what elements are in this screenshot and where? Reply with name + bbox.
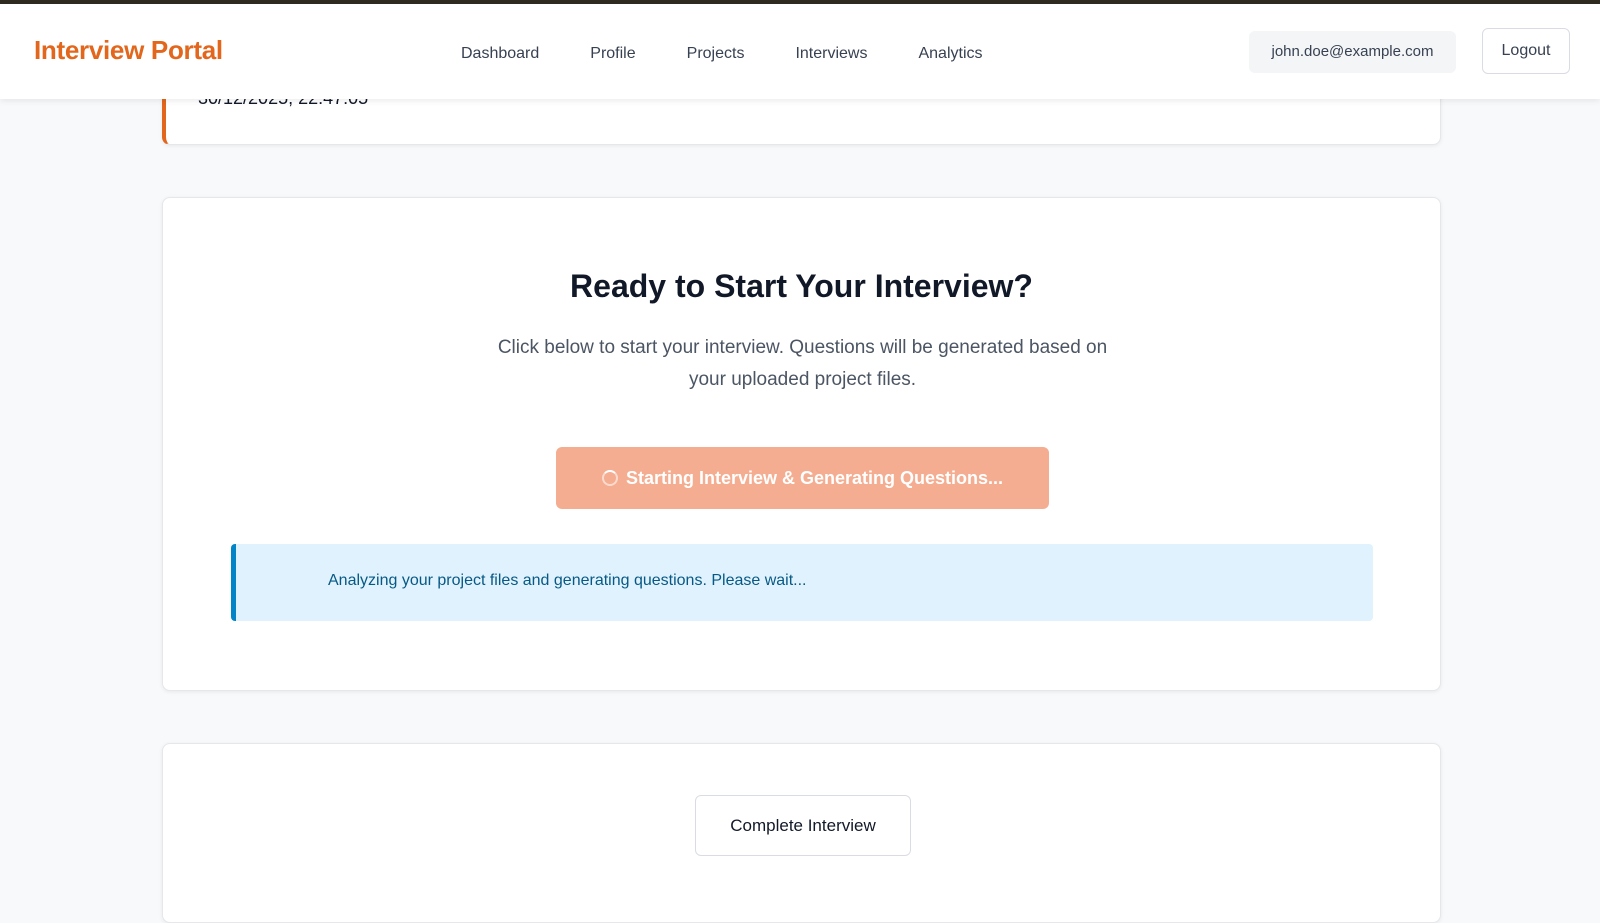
loading-spinner-icon [601,470,618,486]
nav-dashboard[interactable]: Dashboard [461,42,539,66]
start-interview-button-label: Starting Interview & Generating Question… [625,467,1004,488]
start-interview-description: Click below to start your interview. Que… [497,337,1108,390]
nav-interviews[interactable]: Interviews [795,42,867,66]
processing-info-alert: Analyzing your project files and generat… [231,544,1373,621]
main-nav: Dashboard Profile Projects Interviews An… [461,42,1034,66]
user-email-badge: john.doe@example.com [1249,31,1456,73]
complete-interview-button[interactable]: Complete Interview [695,795,911,856]
start-interview-button[interactable]: Starting Interview & Generating Question… [556,447,1049,509]
nav-projects[interactable]: Projects [687,42,745,66]
app-header: Interview Portal Dashboard Profile Proje… [0,4,1600,99]
complete-interview-card: Complete Interview [162,743,1441,923]
nav-profile[interactable]: Profile [590,42,635,66]
start-interview-title: Ready to Start Your Interview? [570,268,1033,304]
start-interview-card: Ready to Start Your Interview? Click bel… [162,197,1441,691]
logout-button[interactable]: Logout [1482,28,1570,74]
brand-logo[interactable]: Interview Portal [34,35,223,66]
nav-analytics[interactable]: Analytics [918,42,982,66]
processing-info-message: Analyzing your project files and generat… [328,572,807,589]
